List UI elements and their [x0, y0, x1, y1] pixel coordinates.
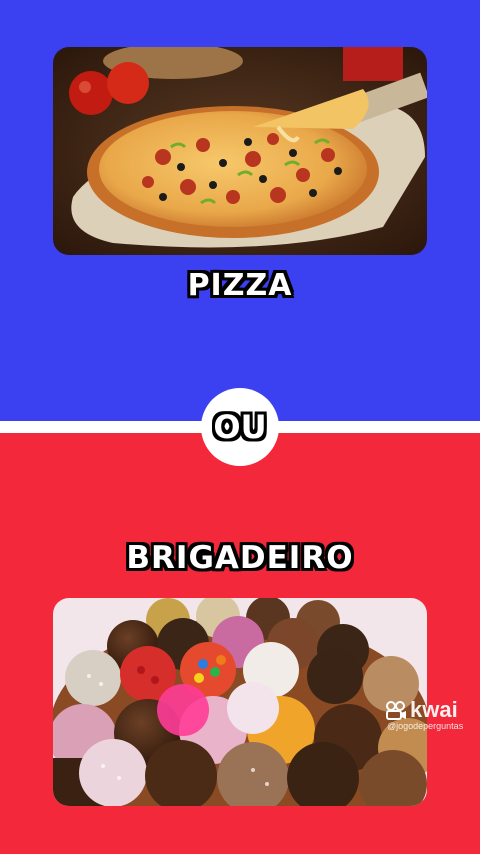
kwai-brand: kwai: [410, 697, 458, 722]
or-label: OU: [213, 408, 267, 446]
kwai-watermark: kwai @jogodeperguntas: [385, 697, 463, 731]
pizza-photo[interactable]: [53, 47, 427, 255]
pizza-image: [53, 47, 427, 255]
brigadeiro-photo[interactable]: [53, 598, 427, 806]
option-bottom-label: BRIGADEIRO: [126, 540, 354, 576]
option-top-label: PIZZA: [187, 268, 293, 303]
kwai-handle: @jogodeperguntas: [387, 721, 464, 731]
kwai-logo-icon: [386, 701, 406, 720]
or-badge: OU: [201, 388, 279, 466]
brigadeiro-image: [53, 598, 427, 806]
